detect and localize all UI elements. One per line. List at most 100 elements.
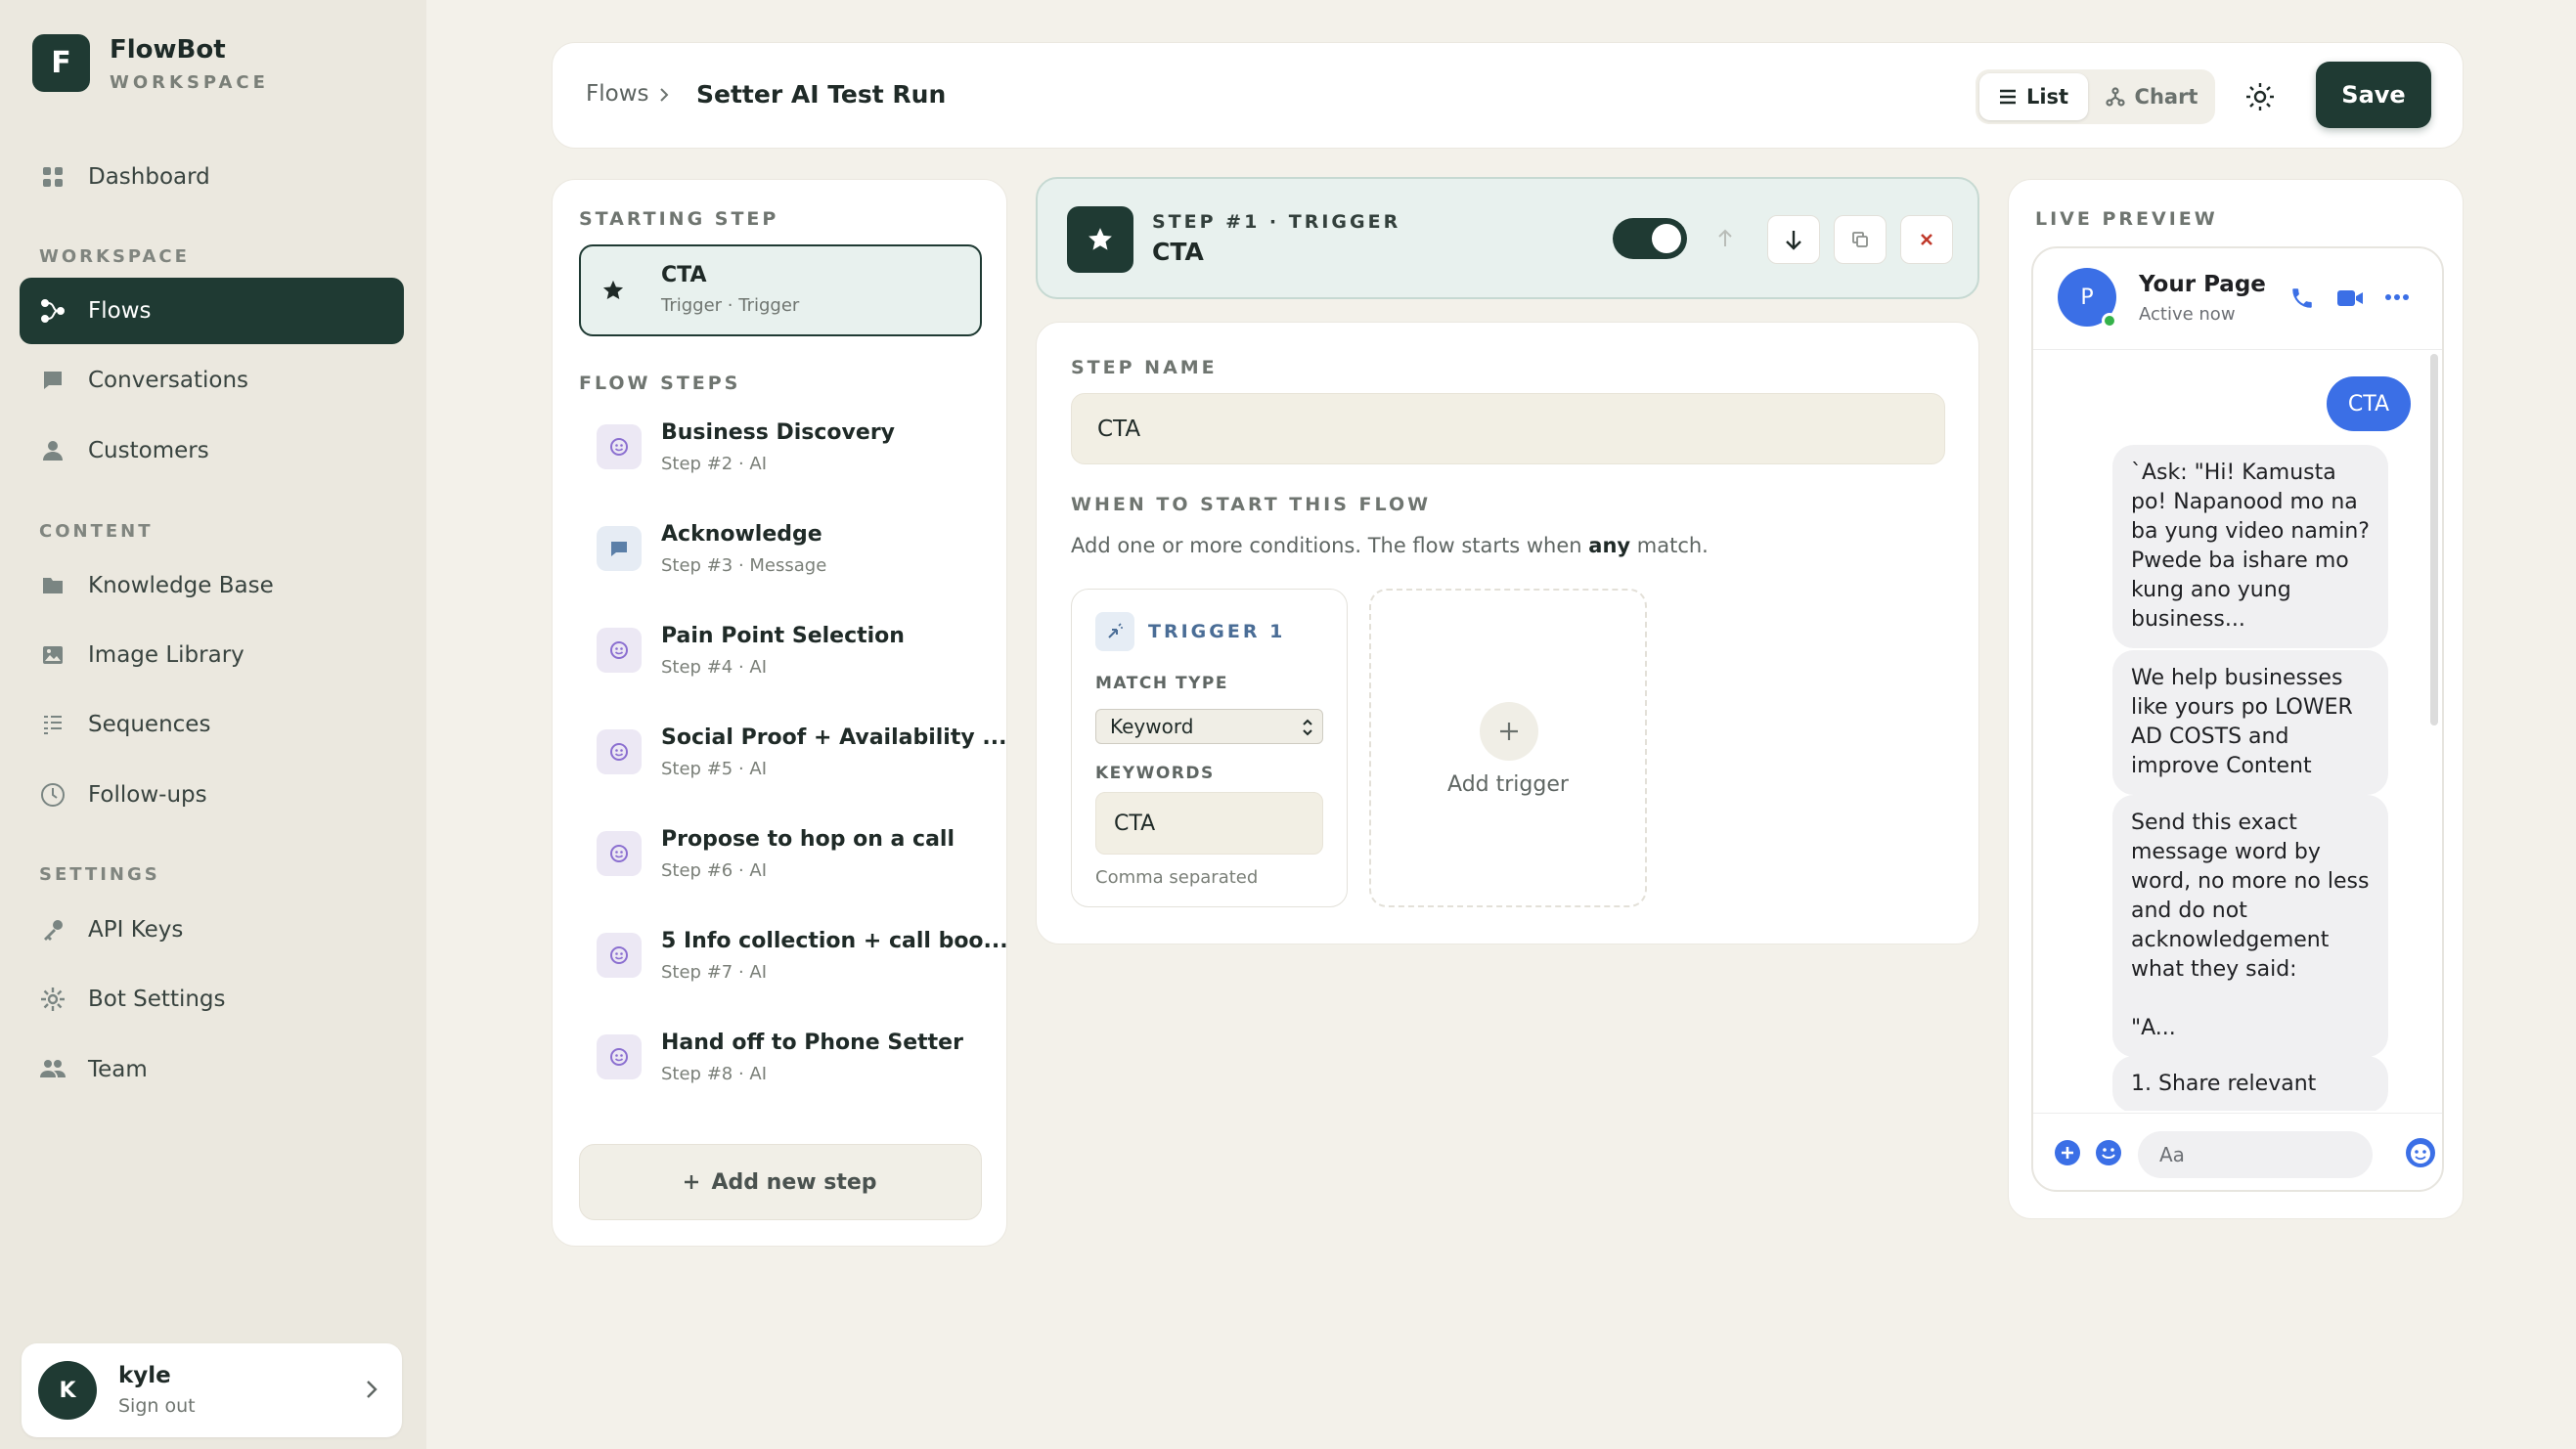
add-trigger-button[interactable]: Add trigger xyxy=(1369,589,1647,907)
clock-icon xyxy=(39,781,67,809)
sidebar-item-flows[interactable]: Flows xyxy=(20,278,404,344)
person-icon xyxy=(39,437,67,464)
flow-step-item[interactable]: 5 Info collection + call boo... Step #7 ·… xyxy=(579,914,1008,1000)
toggle-knob xyxy=(1652,224,1681,253)
step-subtitle: Step #2 · AI xyxy=(661,454,768,474)
sticker-icon[interactable] xyxy=(2405,1137,2436,1168)
page-title: Setter AI Test Run xyxy=(696,80,947,109)
sidebar-item-sequences[interactable]: Sequences xyxy=(20,691,404,758)
section-label-workspace: WORKSPACE xyxy=(39,246,190,267)
duplicate-button[interactable] xyxy=(1834,215,1887,264)
sidebar-item-api-keys[interactable]: API Keys xyxy=(20,897,404,963)
step-type-badge xyxy=(597,1034,642,1079)
step-title: Social Proof + Availability ... xyxy=(661,725,1007,750)
flow-step-item[interactable]: Hand off to Phone Setter Step #8 · AI xyxy=(579,1016,982,1102)
chat-header: P Your Page Active now xyxy=(2033,248,2442,350)
breadcrumb-root[interactable]: Flows xyxy=(586,81,649,107)
step-title: Propose to hop on a call xyxy=(661,827,955,852)
help-text-prefix: Add one or more conditions. The flow sta… xyxy=(1071,534,1589,557)
sidebar-item-knowledge-base[interactable]: Knowledge Base xyxy=(20,552,404,619)
step-subtitle: Step #7 · AI xyxy=(661,962,768,983)
video-icon[interactable] xyxy=(2336,287,2364,309)
move-up-button[interactable] xyxy=(1703,216,1748,261)
chat-messages: CTA `Ask: "Hi! Kamusta po! Napanood mo n… xyxy=(2031,345,2427,1111)
more-icon[interactable] xyxy=(2385,293,2409,301)
incoming-message: `Ask: "Hi! Kamusta po! Napanood mo na ba… xyxy=(2112,445,2388,648)
add-new-step-button[interactable]: Add new step xyxy=(579,1144,982,1220)
sidebar-item-label: Knowledge Base xyxy=(88,573,274,598)
delete-step-button[interactable] xyxy=(1900,215,1953,264)
online-dot xyxy=(2102,313,2117,329)
list-icon xyxy=(39,711,67,738)
outgoing-message: CTA xyxy=(2327,376,2411,431)
match-type-label: MATCH TYPE xyxy=(1095,674,1228,693)
emoji-icon[interactable] xyxy=(2095,1139,2122,1166)
flow-step-item[interactable]: Acknowledge Step #3 · Message xyxy=(579,507,982,593)
step-type-badge xyxy=(597,933,642,978)
select-chevrons-icon xyxy=(1302,718,1313,737)
view-chart-label: Chart xyxy=(2134,85,2198,109)
sign-out-link[interactable]: Sign out xyxy=(118,1395,196,1417)
sidebar-item-follow-ups[interactable]: Follow-ups xyxy=(20,762,404,828)
sidebar-item-conversations[interactable]: Conversations xyxy=(20,347,404,414)
move-down-button[interactable] xyxy=(1767,215,1820,264)
page-status: Active now xyxy=(2139,304,2236,325)
chat-scrollbar[interactable] xyxy=(2430,354,2438,725)
live-preview-label: LIVE PREVIEW xyxy=(2035,208,2218,230)
sidebar-item-label: Dashboard xyxy=(88,164,210,190)
starting-step-card[interactable]: CTA Trigger · Trigger xyxy=(579,244,982,336)
flow-step-item[interactable]: Propose to hop on a call Step #6 · AI xyxy=(579,812,982,899)
avatar: K xyxy=(38,1361,97,1420)
plus-circle-icon[interactable] xyxy=(2054,1139,2081,1166)
ai-face-icon xyxy=(609,945,629,965)
step-title: Hand off to Phone Setter xyxy=(661,1031,963,1055)
phone-icon[interactable] xyxy=(2289,285,2315,311)
sidebar-item-customers[interactable]: Customers xyxy=(20,417,404,484)
flow-step-item[interactable]: Pain Point Selection Step #4 · AI xyxy=(579,609,982,695)
view-chart-button[interactable]: Chart xyxy=(2093,73,2210,120)
view-list-button[interactable]: List xyxy=(1979,73,2088,120)
step-subtitle: Step #8 · AI xyxy=(661,1064,768,1084)
plus-circle xyxy=(1480,702,1538,761)
grid-icon xyxy=(39,163,67,191)
gear-icon xyxy=(39,986,67,1013)
message-input[interactable]: Aa xyxy=(2138,1131,2373,1178)
steps-panel: STARTING STEP CTA Trigger · Trigger FLOW… xyxy=(552,179,1008,1247)
copy-icon xyxy=(1851,231,1869,248)
step-title: CTA xyxy=(1152,238,1204,266)
keywords-input[interactable]: CTA xyxy=(1095,792,1323,855)
theme-toggle-button[interactable] xyxy=(2243,80,2277,113)
top-bar: Flows Setter AI Test Run List Chart Save xyxy=(552,42,2464,149)
flow-steps-label: FLOW STEPS xyxy=(579,373,741,394)
ai-face-icon xyxy=(609,844,629,863)
sidebar-item-label: Image Library xyxy=(88,642,244,668)
ai-face-icon xyxy=(609,640,629,660)
sidebar-item-team[interactable]: Team xyxy=(20,1036,404,1103)
sidebar-item-bot-settings[interactable]: Bot Settings xyxy=(20,966,404,1032)
add-new-step-label: Add new step xyxy=(711,1169,877,1195)
step-subtitle: Step #4 · AI xyxy=(661,657,768,678)
section-label-settings: SETTINGS xyxy=(39,864,160,885)
step-enabled-toggle[interactable] xyxy=(1613,218,1687,259)
sidebar-item-image-library[interactable]: Image Library xyxy=(20,622,404,688)
flow-step-item[interactable]: Social Proof + Availability ... Step #5 ·… xyxy=(579,711,1006,797)
save-button[interactable]: Save xyxy=(2316,62,2431,128)
sun-icon xyxy=(2245,82,2275,111)
list-icon xyxy=(1999,89,2017,105)
add-trigger-label: Add trigger xyxy=(1447,772,1569,797)
keywords-label: KEYWORDS xyxy=(1095,764,1215,783)
step-title: Business Discovery xyxy=(661,420,896,445)
step-name-input[interactable]: CTA xyxy=(1071,393,1945,464)
step-meta: STEP #1 · TRIGGER xyxy=(1152,211,1401,233)
close-icon xyxy=(1920,233,1933,246)
starting-step-title: CTA xyxy=(661,263,707,287)
user-card[interactable]: K kyle Sign out xyxy=(22,1343,402,1437)
flow-step-item[interactable]: Business Discovery Step #2 · AI xyxy=(579,406,982,492)
sidebar-item-dashboard[interactable]: Dashboard xyxy=(20,144,404,210)
message-icon xyxy=(609,539,629,558)
match-type-select[interactable]: Keyword xyxy=(1095,709,1323,744)
ai-face-icon xyxy=(609,437,629,457)
step-subtitle: Step #3 · Message xyxy=(661,555,827,576)
ai-face-icon xyxy=(609,742,629,762)
breadcrumb-chevron-icon xyxy=(658,84,670,106)
